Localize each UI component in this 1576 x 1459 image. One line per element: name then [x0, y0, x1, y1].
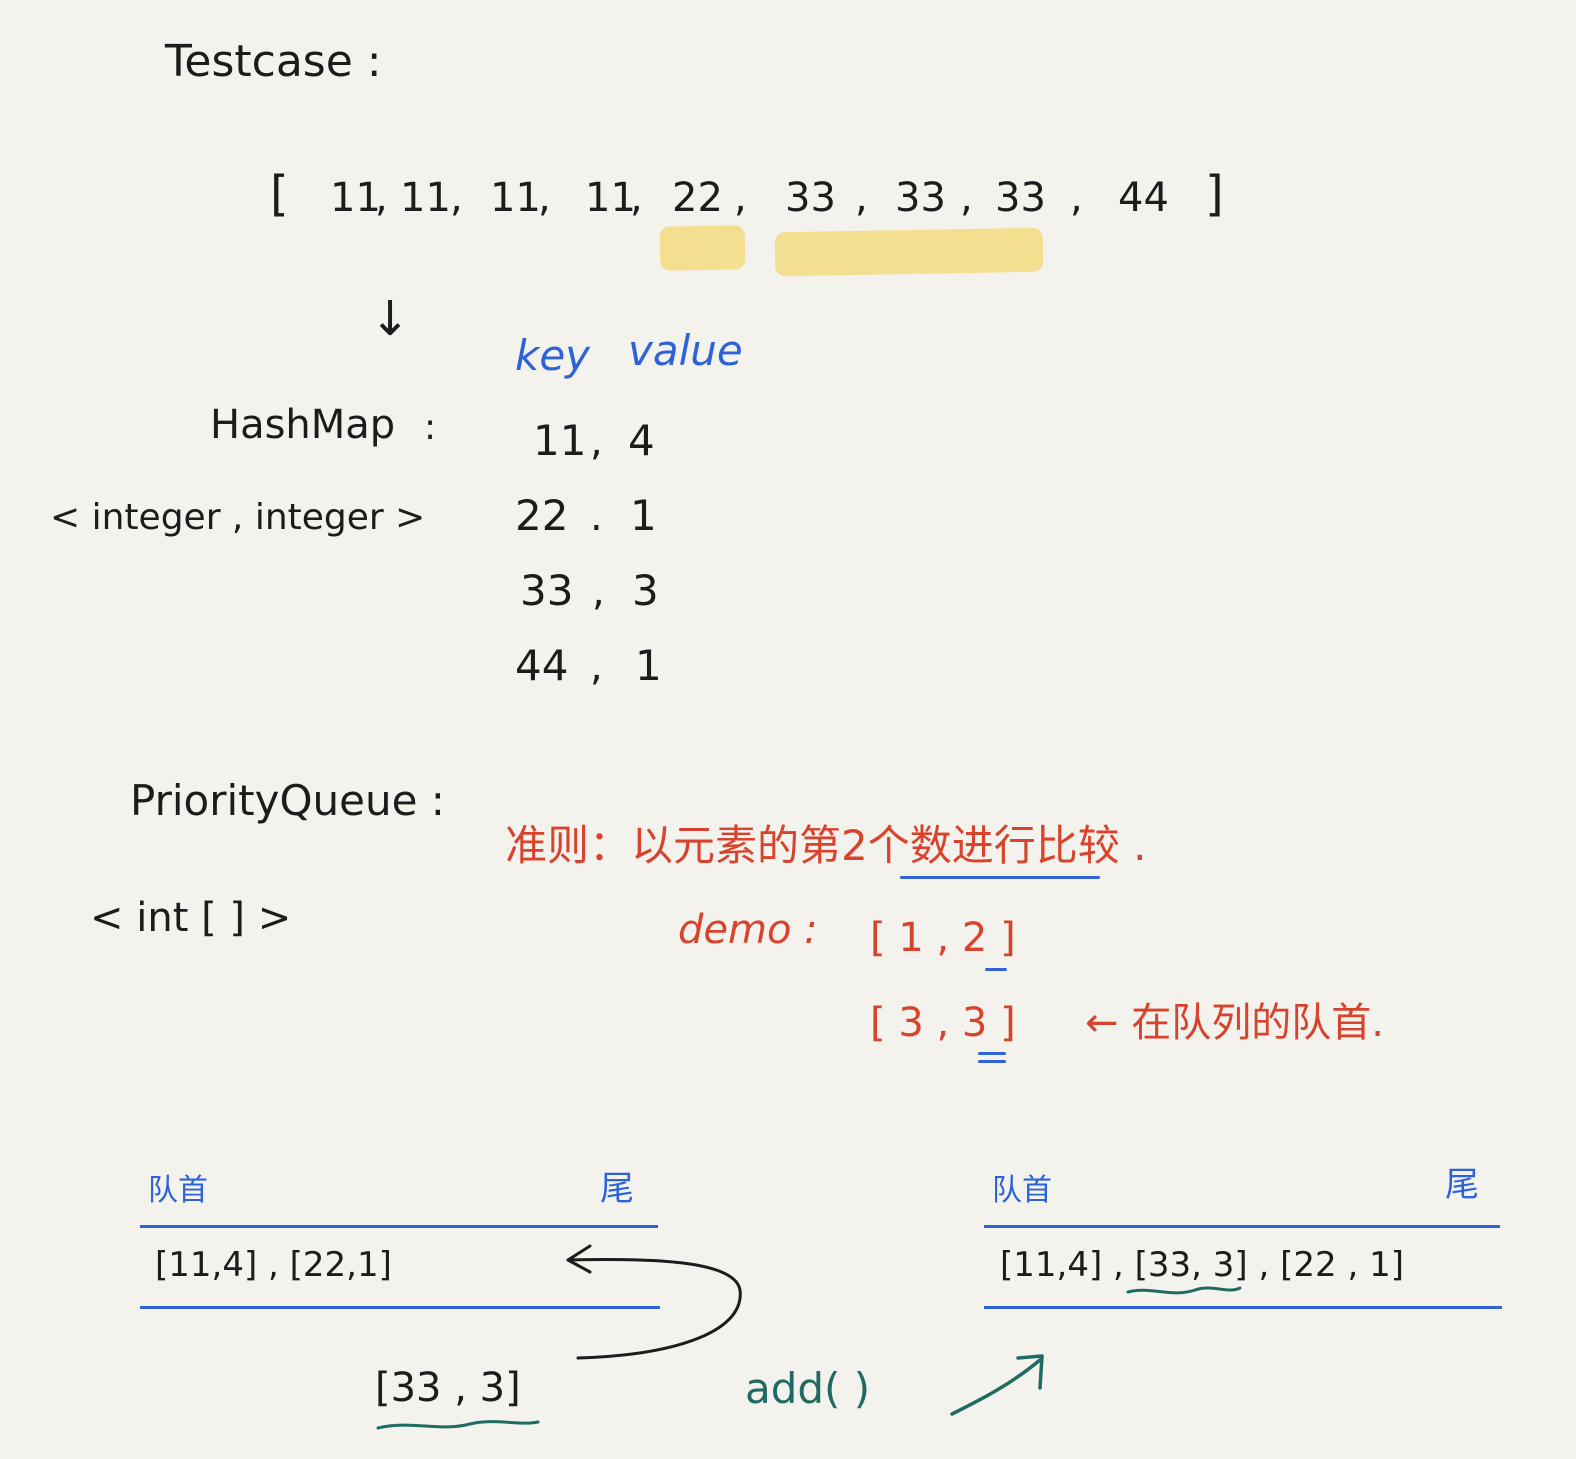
annotation-strokes [376, 1244, 1242, 1430]
new-element-underline [376, 1420, 540, 1430]
inserted-underline [1126, 1286, 1242, 1295]
add-arrow-icon [950, 1358, 1042, 1416]
insert-arrow-icon [566, 1257, 742, 1360]
